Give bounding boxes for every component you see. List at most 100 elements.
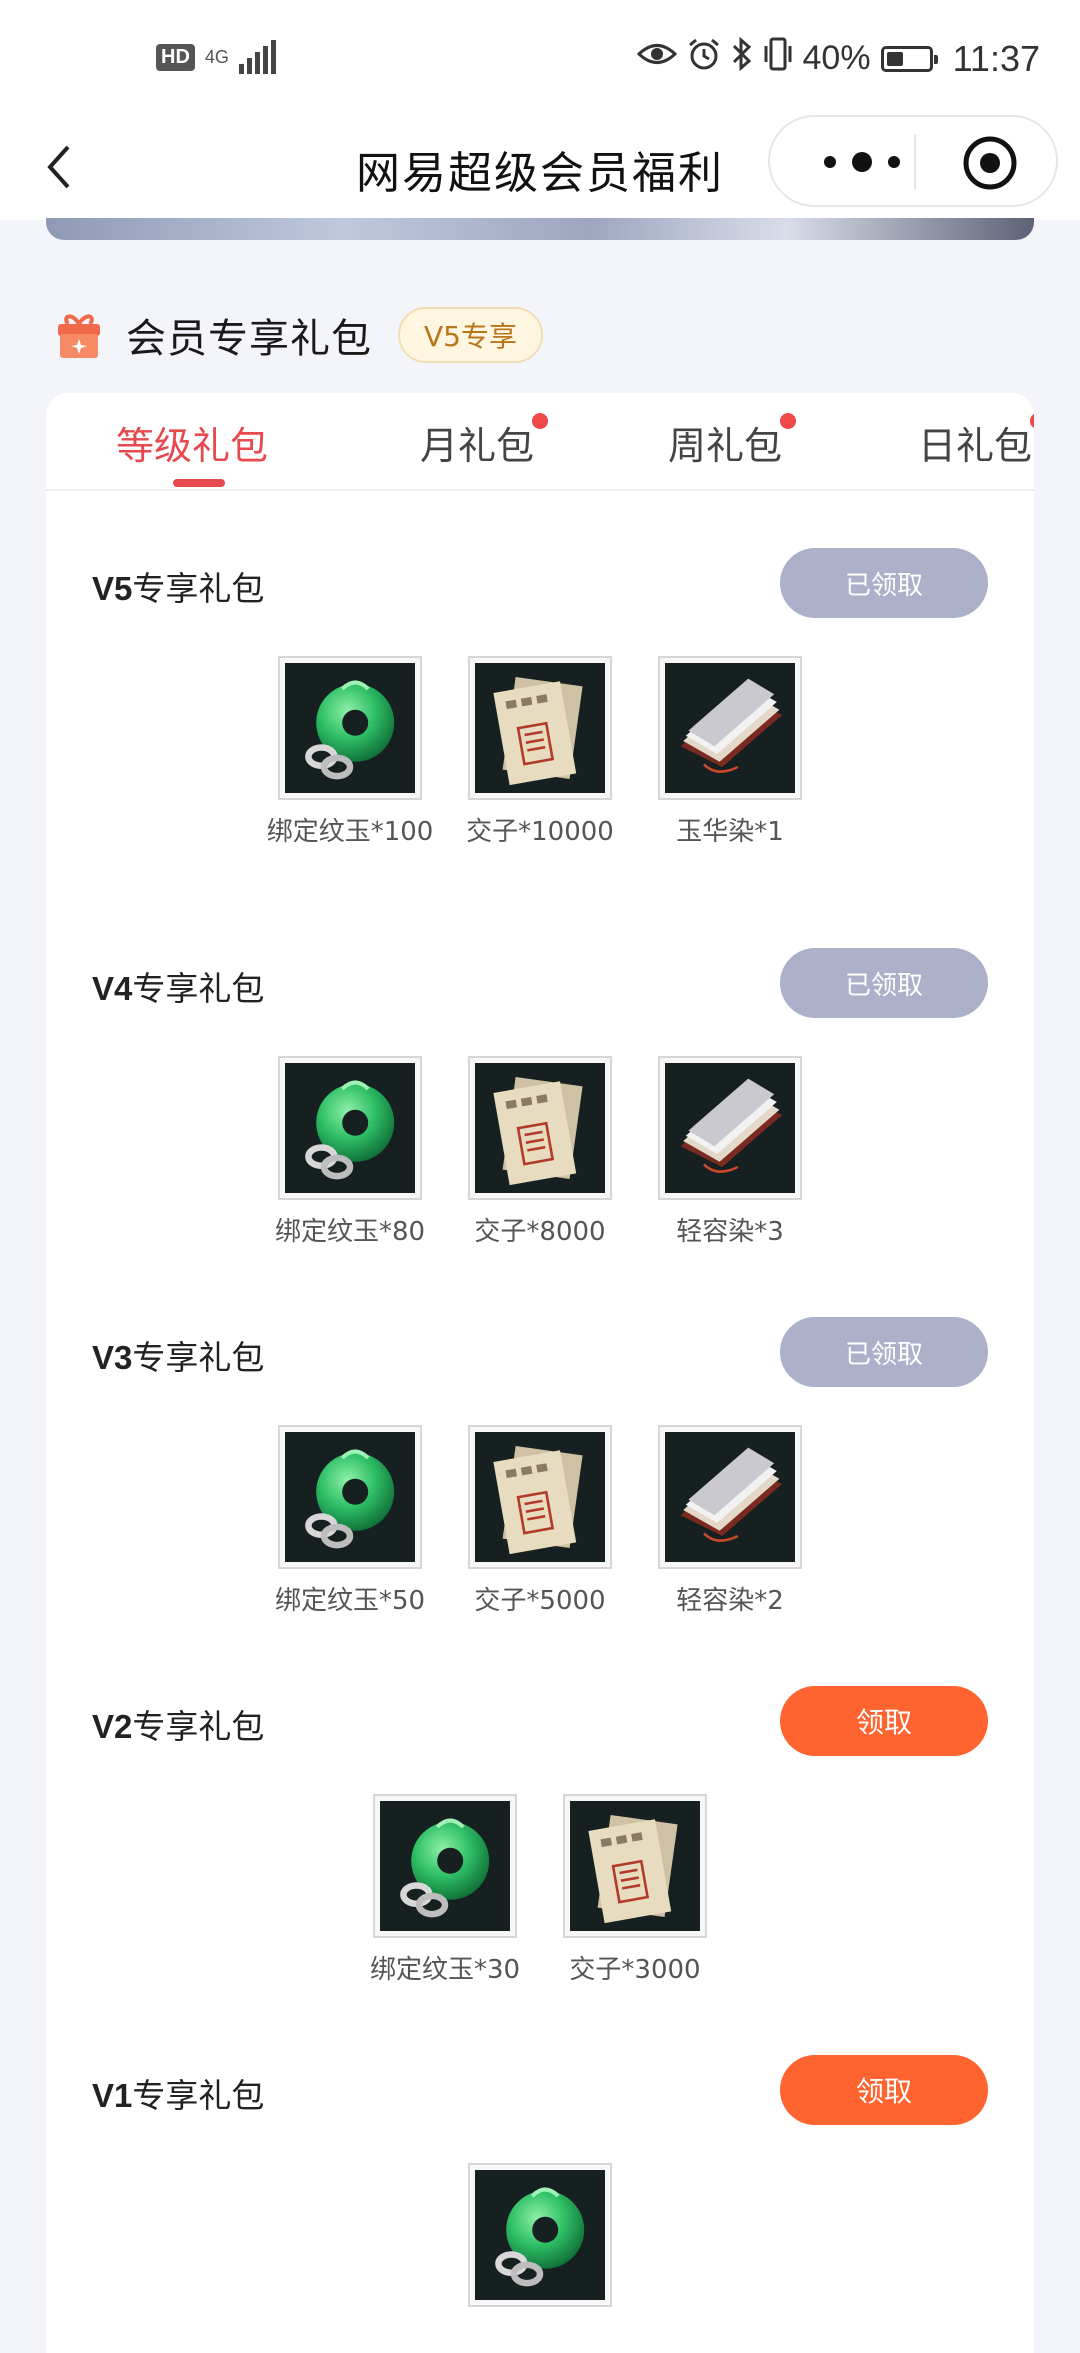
gift-title: V2专享礼包 [92,1700,264,1748]
gift-level: V5 [92,570,133,607]
mini-program-capsule [768,115,1058,207]
gift-title-suffix: 专享礼包 [132,1338,265,1377]
gift-header: V4专享礼包 已领取 [92,948,1034,1018]
claim-button[interactable]: 领取 [780,1686,988,1756]
gift-items: 绑定纹玉*100 交子*10000 玉华染*1 [92,656,988,848]
gift-item-label: 交子*8000 [474,1217,606,1247]
dye-scroll-icon [658,1425,802,1569]
banner-image[interactable] [46,218,1034,240]
alarm-icon [687,37,721,80]
jade-pendant-icon [278,656,422,800]
hd-indicator: HD [156,43,195,71]
gift-item-label: 绑定纹玉*80 [274,1217,426,1247]
gift-level: V4 [92,970,133,1007]
tab-weekly-gift[interactable]: 周礼包 [668,413,797,470]
gift-item-label: 交子*3000 [569,1955,701,1985]
gift-section-v2: V2专享礼包 领取绑定纹玉*30 交子*3000 [92,1686,1034,1985]
gift-title-suffix: 专享礼包 [132,969,265,1008]
gift-section-v4: V4专享礼包 已领取绑定纹玉*80 交子*8000 轻容染*3 [92,948,1034,1247]
tab-bar: 等级礼包 月礼包 周礼包 日礼包 [46,393,1034,491]
gift-level: V1 [92,2077,133,2114]
gift-item[interactable]: 轻容染*2 [658,1425,802,1617]
bluetooth-icon [731,36,753,81]
more-icon [824,152,900,172]
gift-header: V1专享礼包 领取 [92,2055,1034,2125]
claimed-button[interactable]: 已领取 [780,1317,988,1387]
tab-label: 等级礼包 [116,424,269,468]
gift-card: 等级礼包 月礼包 周礼包 日礼包 V5专享礼包 已领取 绑定纹玉*100 交子*100… [46,393,1034,2353]
gift-item[interactable]: 绑定纹玉*30 [369,1794,521,1986]
gift-item-label: 绑定纹玉*50 [274,1586,426,1616]
dye-scroll-icon [658,1056,802,1200]
claimed-button[interactable]: 已领取 [780,948,988,1018]
gift-item-label: 绑定纹玉*100 [266,817,434,847]
gift-item[interactable]: 绑定纹玉*80 [274,1056,426,1248]
gift-box-icon [58,314,100,358]
tab-label: 日礼包 [918,424,1033,468]
gift-item[interactable]: 交子*10000 [466,656,614,848]
gift-item-label: 绑定纹玉*30 [369,1955,521,1985]
dye-scroll-icon [658,656,802,800]
battery-level [886,51,903,66]
tab-red-dot [532,413,549,429]
gift-title-suffix: 专享礼包 [132,2076,265,2115]
nav-bar: 网易超级会员福利 [0,115,1080,220]
gift-item[interactable]: 玉华染*1 [658,656,802,848]
gift-item-label: 交子*10000 [466,817,614,847]
gift-title-suffix: 专享礼包 [132,569,265,608]
tab-monthly-gift[interactable]: 月礼包 [420,413,549,470]
status-left: HD 4G [156,40,276,74]
gift-header: V3专享礼包 已领取 [92,1317,1034,1387]
gift-title: V1专享礼包 [92,2069,264,2117]
gift-item-label: 玉华染*1 [676,817,784,847]
tab-label: 周礼包 [668,424,783,468]
capsule-divider [914,135,916,189]
gift-item[interactable]: 绑定纹玉*50 [274,1425,426,1617]
gift-item[interactable] [468,2163,612,2323]
close-mini-program-button[interactable] [962,135,1018,191]
tab-level-gift[interactable]: 等级礼包 [116,415,268,470]
gift-item[interactable]: 交子*3000 [563,1794,707,1986]
tab-daily-gift[interactable]: 日礼包 [918,413,1034,470]
gift-item[interactable]: 交子*8000 [468,1056,612,1248]
status-bar: HD 4G 40% 11:37 [0,0,1080,115]
eye-icon [636,39,677,78]
battery-percent: 40% [802,39,871,77]
clock: 11:37 [952,37,1040,79]
jiaozi-note-icon [468,1056,612,1200]
gift-level: V3 [92,1339,133,1376]
gift-item[interactable]: 绑定纹玉*100 [267,656,433,848]
gift-section-v5: V5专享礼包 已领取绑定纹玉*100 交子*10000 玉华染*1 [92,548,1034,847]
gift-item[interactable]: 轻容染*3 [658,1056,802,1248]
battery-icon [880,45,938,72]
gift-section-v1: V1专享礼包 领取 [92,2055,1034,2307]
gift-items: 绑定纹玉*80 交子*8000 轻容染*3 [92,1056,988,1248]
gift-title-suffix: 专享礼包 [132,1707,265,1746]
vibrate-icon [763,36,793,81]
gift-section-v3: V3专享礼包 已领取绑定纹玉*50 交子*5000 轻容染*2 [92,1317,1034,1616]
tab-label: 月礼包 [420,424,535,468]
signal-icon [238,40,276,74]
gift-items [92,2163,988,2323]
more-button[interactable] [810,145,914,179]
gift-header: V2专享礼包 领取 [92,1686,1034,1756]
jiaozi-note-icon [563,1794,707,1938]
jade-pendant-icon [373,1794,517,1938]
claimed-button[interactable]: 已领取 [780,548,988,618]
gift-item[interactable]: 交子*5000 [468,1425,612,1617]
gift-items: 绑定纹玉*30 交子*3000 [92,1794,988,1986]
gift-item-label: 交子*5000 [474,1586,606,1616]
jiaozi-note-icon [468,1425,612,1569]
jade-pendant-icon [468,2163,612,2307]
tab-active-indicator [173,479,225,487]
gift-item-label: 轻容染*3 [676,1217,784,1247]
vip-badge: V5专享 [398,307,543,363]
gift-title: V3专享礼包 [92,1331,264,1379]
gift-item-label: 轻容染*2 [676,1586,784,1616]
network-type: 4G [204,47,229,67]
target-icon [963,136,1017,190]
jade-pendant-icon [278,1056,422,1200]
claim-button[interactable]: 领取 [780,2055,988,2125]
gift-items: 绑定纹玉*50 交子*5000 轻容染*2 [92,1425,988,1617]
section-title: 会员专享礼包 [126,316,372,362]
